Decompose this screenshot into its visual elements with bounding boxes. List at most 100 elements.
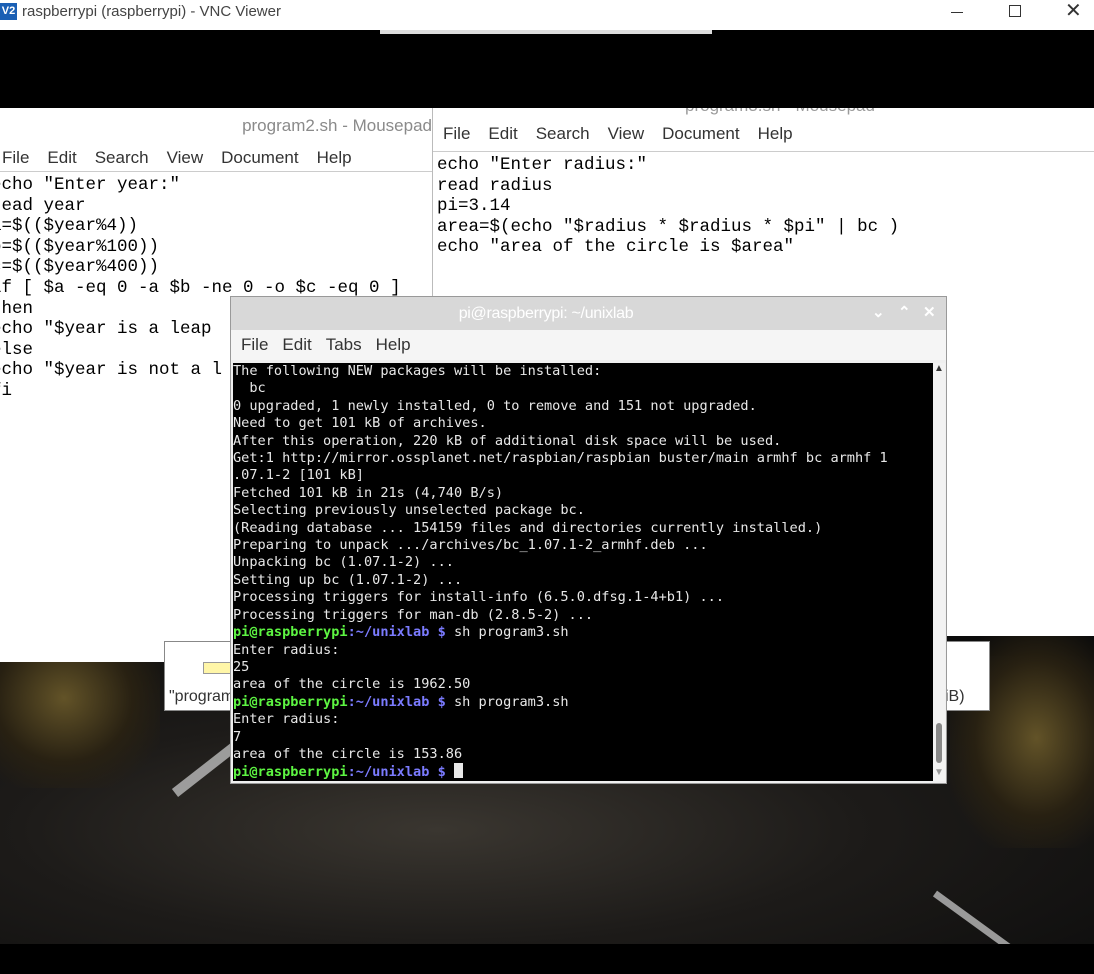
code-line: echo "Enter radius:" [437, 155, 648, 175]
taskbar-item-label: "program [169, 688, 235, 705]
menu-item-search[interactable]: Search [536, 124, 590, 144]
terminal-line: (Reading database ... 154159 files and d… [233, 520, 933, 537]
terminal-line-text: (Reading database ... 154159 files and d… [233, 519, 823, 536]
terminal-window[interactable]: pi@raspberrypi: ~/unixlab ⌄ ⌃ ✕ File Edit… [230, 296, 947, 784]
terminal-line: pi@raspberrypi:~/unixlab $ sh program3.s… [233, 694, 933, 711]
terminal-line: 25 [233, 659, 933, 676]
close-icon: ✕ [1065, 0, 1082, 22]
terminal-line-text: Fetched 101 kB in 21s (4,740 B/s) [233, 484, 504, 501]
prompt-user: pi@raspberrypi [233, 764, 348, 781]
terminal-line-text: Unpacking bc (1.07.1-2) ... [233, 554, 454, 571]
menu-item-document[interactable]: Document [221, 148, 298, 168]
prompt-user: pi@raspberrypi [233, 624, 348, 641]
code-line: b=$(($year%100)) [0, 236, 160, 257]
chevron-down-icon[interactable]: ⌄ [872, 303, 885, 321]
prompt-path: :~/unixlab $ [347, 764, 446, 781]
terminal-line-text: 25 [233, 658, 250, 675]
terminal-line: Setting up bc (1.07.1-2) ... [233, 572, 933, 589]
code-line: read year [0, 195, 86, 216]
minimize-icon [951, 12, 963, 13]
terminal-line: Enter radius: [233, 711, 933, 728]
code-line: a=$(($year%4)) [0, 216, 139, 237]
terminal-line-text: bc [233, 380, 266, 397]
menu-item-view[interactable]: View [167, 148, 204, 168]
terminal-line: The following NEW packages will be insta… [233, 363, 933, 380]
terminal-line-text: 7 [233, 728, 242, 745]
terminal-line-text: Preparing to unpack .../archives/bc_1.07… [233, 537, 708, 554]
menu-item-edit[interactable]: Edit [282, 335, 311, 355]
code-line: c=$(($year%400)) [0, 257, 160, 278]
terminal-line: 0 upgraded, 1 newly installed, 0 to remo… [233, 398, 933, 415]
terminal-line-text: area of the circle is 1962.50 [233, 676, 471, 693]
prompt-path: :~/unixlab $ [347, 624, 446, 641]
code-line: echo "Enter year:" [0, 175, 181, 195]
code-line: read radius [437, 175, 553, 196]
mousepad-editor[interactable]: echo "Enter radius:" read radius pi=3.14 ar… [433, 152, 1094, 258]
terminal-line-text: Setting up bc (1.07.1-2) ... [233, 571, 463, 588]
terminal-line-text: Processing triggers for install-info (6.… [233, 589, 725, 606]
mousepad-title: program3.sh - Mousepad [685, 108, 875, 116]
close-icon[interactable]: ✕ [923, 303, 936, 321]
terminal-line-text: sh program3.sh [445, 693, 569, 710]
terminal-line: 7 [233, 729, 933, 746]
close-button[interactable]: ✕ [1048, 0, 1094, 26]
terminal-line: Processing triggers for man-db (2.8.5-2)… [233, 607, 933, 624]
terminal-line: Selecting previously unselected package … [233, 502, 933, 519]
mousepad-menubar: File Edit Search View Document Help [0, 145, 432, 172]
chevron-up-icon[interactable]: ⌃ [898, 303, 911, 321]
mousepad-titlebar: program2.sh - Mousepad [0, 108, 432, 145]
terminal-line: area of the circle is 1962.50 [233, 676, 933, 693]
terminal-line-text: 0 upgraded, 1 newly installed, 0 to remo… [233, 397, 757, 414]
terminal-line-text: Need to get 101 kB of archives. [233, 415, 487, 432]
terminal-cursor [453, 763, 463, 779]
code-line: area=$(echo "$radius * $radius * $pi" | … [437, 216, 900, 237]
terminal-line-text: After this operation, 220 kB of addition… [233, 432, 782, 449]
menu-item-file[interactable]: File [443, 124, 470, 144]
terminal-line: Unpacking bc (1.07.1-2) ... [233, 554, 933, 571]
minimize-button[interactable] [932, 0, 982, 26]
scroll-thumb[interactable] [936, 723, 942, 763]
terminal-line: pi@raspberrypi:~/unixlab $ sh program3.s… [233, 624, 933, 641]
terminal-line: After this operation, 220 kB of addition… [233, 433, 933, 450]
menu-item-view[interactable]: View [608, 124, 645, 144]
menu-item-edit[interactable]: Edit [488, 124, 517, 144]
maximize-button[interactable] [990, 0, 1040, 26]
menu-item-help[interactable]: Help [317, 148, 352, 168]
terminal-line-text: The following NEW packages will be insta… [233, 363, 602, 379]
menu-item-edit[interactable]: Edit [47, 148, 76, 168]
mousepad-titlebar: program3.sh - Mousepad [433, 108, 1094, 117]
folder-icon [203, 662, 233, 674]
prompt-user: pi@raspberrypi [233, 693, 348, 710]
terminal-title: pi@raspberrypi: ~/unixlab [458, 305, 634, 322]
scroll-down-icon[interactable]: ▼ [934, 767, 944, 778]
taskbar-item-mousepad[interactable]: "program [164, 641, 234, 711]
terminal-scrollbar[interactable]: ▲ ▼ [933, 363, 945, 781]
terminal-line-text [446, 764, 454, 780]
mousepad-menubar: File Edit Search View Document Help [433, 117, 1094, 152]
menu-item-document[interactable]: Document [662, 124, 739, 144]
taskbar-item-label: iB) [945, 688, 965, 705]
terminal-titlebar[interactable]: pi@raspberrypi: ~/unixlab ⌄ ⌃ ✕ [231, 297, 946, 330]
terminal-line-text: sh program3.sh [445, 624, 569, 641]
menu-item-file[interactable]: File [2, 148, 29, 168]
vnc-window-title: raspberrypi (raspberrypi) - VNC Viewer [22, 3, 281, 20]
terminal-line-text: Enter radius: [233, 641, 340, 658]
menu-item-tabs[interactable]: Tabs [326, 335, 362, 355]
menu-item-help[interactable]: Help [376, 335, 411, 355]
menu-item-help[interactable]: Help [758, 124, 793, 144]
menu-item-search[interactable]: Search [95, 148, 149, 168]
terminal-line-text: area of the circle is 153.86 [233, 745, 463, 762]
terminal-line: Get:1 http://mirror.ossplanet.net/raspbi… [233, 450, 933, 467]
terminal-line: pi@raspberrypi:~/unixlab $ [233, 763, 933, 781]
prompt-path: :~/unixlab $ [347, 693, 446, 710]
menu-item-file[interactable]: File [241, 335, 268, 355]
terminal-output[interactable]: The following NEW packages will be insta… [233, 363, 933, 781]
mousepad-title: program2.sh - Mousepad [242, 116, 432, 135]
terminal-line-text: Get:1 http://mirror.ossplanet.net/raspbi… [233, 450, 888, 467]
terminal-line: .07.1-2 [101 kB] [233, 467, 933, 484]
terminal-line: area of the circle is 153.86 [233, 746, 933, 763]
scroll-up-icon[interactable]: ▲ [934, 363, 944, 374]
terminal-line: Enter radius: [233, 642, 933, 659]
terminal-line: Fetched 101 kB in 21s (4,740 B/s) [233, 485, 933, 502]
maximize-icon [1009, 5, 1021, 17]
